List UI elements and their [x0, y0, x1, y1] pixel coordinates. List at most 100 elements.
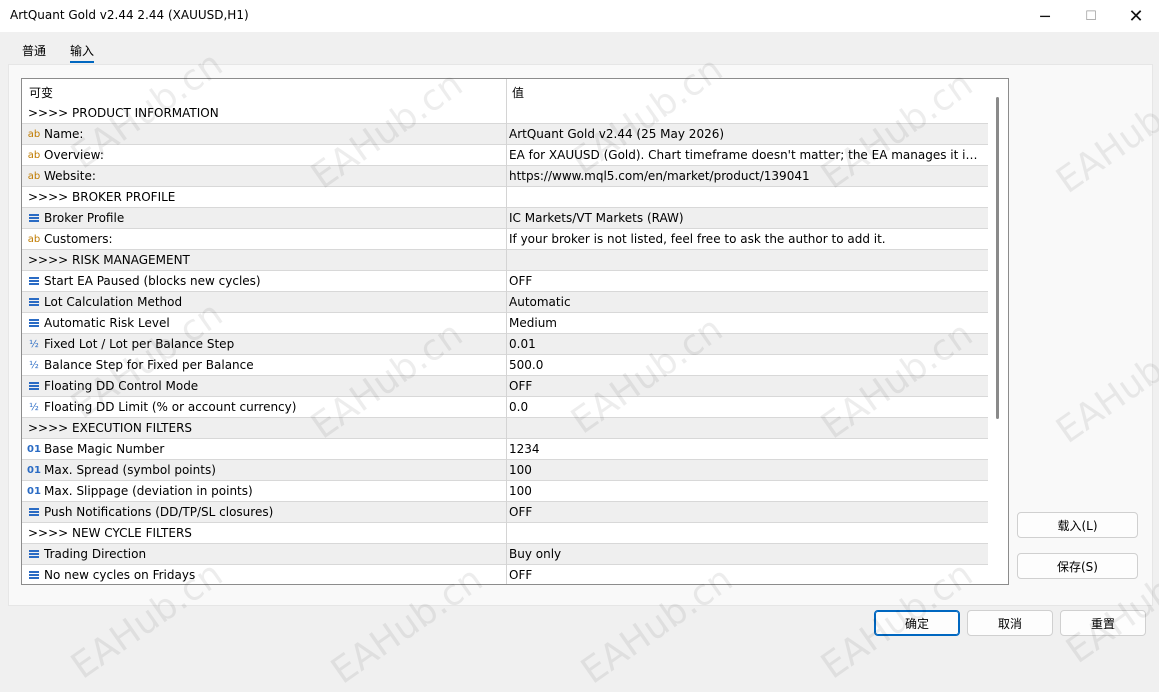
tab-inputs[interactable]: 输入 — [70, 42, 94, 59]
double-icon: ½ — [29, 360, 39, 371]
vertical-scrollbar[interactable] — [988, 79, 1007, 584]
parameter-value[interactable]: OFF — [509, 379, 984, 393]
minimize-button[interactable]: ─ — [1022, 0, 1068, 32]
double-icon: ½ — [29, 339, 39, 350]
title-bar: ArtQuant Gold v2.44 2.44 (XAUUSD,H1) ─ ☐… — [0, 0, 1159, 32]
enum-icon — [27, 380, 41, 393]
column-header-variable[interactable]: 可变 — [29, 84, 53, 101]
active-tab-indicator — [70, 61, 94, 63]
maximize-icon: ☐ — [1085, 8, 1097, 24]
integer-icon: 01 — [27, 444, 41, 455]
tab-common[interactable]: 普通 — [22, 42, 46, 59]
parameter-row[interactable]: No new cycles on Fridays OFF — [22, 565, 988, 584]
parameter-value[interactable]: Automatic — [509, 295, 984, 309]
parameter-name: >>>> NEW CYCLE FILTERS — [28, 526, 192, 540]
parameter-row[interactable]: Start EA Paused (blocks new cycles) OFF — [22, 271, 988, 292]
parameter-name: No new cycles on Fridays — [44, 568, 196, 582]
maximize-button[interactable]: ☐ — [1068, 0, 1114, 32]
grid-header: 可变 值 — [22, 79, 988, 103]
parameter-row[interactable]: Push Notifications (DD/TP/SL closures) OF… — [22, 502, 988, 523]
parameter-row[interactable]: ½ Balance Step for Fixed per Balance 500.0 — [22, 355, 988, 376]
parameter-name: Lot Calculation Method — [44, 295, 183, 309]
parameter-row[interactable]: Automatic Risk Level Medium — [22, 313, 988, 334]
parameter-name: >>>> RISK MANAGEMENT — [28, 253, 190, 267]
enum-icon — [27, 506, 41, 519]
parameter-name: Broker Profile — [44, 211, 125, 225]
parameter-row[interactable]: 01 Max. Spread (symbol points) 100 — [22, 460, 988, 481]
parameter-value[interactable]: IC Markets/VT Markets (RAW) — [509, 211, 984, 225]
enum-icon — [27, 569, 41, 582]
parameter-name: Name: — [44, 127, 84, 141]
parameter-row[interactable]: ab Website: https://www.mql5.com/en/market… — [22, 166, 988, 187]
parameter-value[interactable]: 100 — [509, 484, 984, 498]
parameter-row[interactable]: 01 Max. Slippage (deviation in points) 100 — [22, 481, 988, 502]
parameter-name: >>>> EXECUTION FILTERS — [28, 421, 193, 435]
reset-button[interactable]: 重置 — [1060, 610, 1146, 636]
parameter-value[interactable]: ArtQuant Gold v2.44 (25 May 2026) — [509, 127, 984, 141]
group-header-row[interactable]: >>>> BROKER PROFILE — [22, 187, 988, 208]
save-button[interactable]: 保存(S) — [1017, 553, 1138, 579]
group-header-row[interactable]: >>>> EXECUTION FILTERS — [22, 418, 988, 439]
ok-button[interactable]: 确定 — [874, 610, 960, 636]
scrollbar-thumb[interactable] — [996, 97, 999, 419]
enum-icon — [27, 548, 41, 561]
parameter-row[interactable]: ab Customers: If your broker is not listed… — [22, 229, 988, 250]
parameter-value[interactable]: 0.0 — [509, 400, 984, 414]
parameter-name: Balance Step for Fixed per Balance — [44, 358, 254, 372]
parameter-row[interactable]: Lot Calculation Method Automatic — [22, 292, 988, 313]
parameter-value[interactable]: 100 — [509, 463, 984, 477]
parameter-row[interactable]: ab Name: ArtQuant Gold v2.44 (25 May 2026) — [22, 124, 988, 145]
string-icon: ab — [27, 171, 41, 182]
enum-icon — [27, 212, 41, 225]
group-header-row[interactable]: >>>> PRODUCT INFORMATION — [22, 103, 988, 124]
parameter-value[interactable]: https://www.mql5.com/en/market/product/1… — [509, 169, 984, 183]
parameter-row[interactable]: ab Overview: EA for XAUUSD (Gold). Chart t… — [22, 145, 988, 166]
parameter-name: Base Magic Number — [44, 442, 165, 456]
integer-icon: 01 — [27, 486, 41, 497]
column-header-value[interactable]: 值 — [512, 84, 524, 101]
parameter-row[interactable]: Floating DD Control Mode OFF — [22, 376, 988, 397]
string-icon: ab — [27, 129, 41, 140]
parameter-value[interactable]: OFF — [509, 568, 984, 582]
parameter-name: Customers: — [44, 232, 113, 246]
parameter-value[interactable]: 500.0 — [509, 358, 984, 372]
load-button[interactable]: 载入(L) — [1017, 512, 1138, 538]
string-icon: ab — [27, 150, 41, 161]
group-header-row[interactable]: >>>> RISK MANAGEMENT — [22, 250, 988, 271]
parameter-row[interactable]: 01 Base Magic Number 1234 — [22, 439, 988, 460]
inputs-grid: 可变 值 >>>> PRODUCT INFORMATION ab Name: ArtQ… — [21, 78, 1009, 585]
column-divider[interactable] — [506, 79, 507, 584]
parameter-row[interactable]: Broker Profile IC Markets/VT Markets (RAW… — [22, 208, 988, 229]
enum-icon — [27, 275, 41, 288]
integer-icon: 01 — [27, 465, 41, 476]
string-icon: ab — [27, 234, 41, 245]
parameter-value[interactable]: EA for XAUUSD (Gold). Chart timeframe do… — [509, 148, 984, 162]
group-header-row[interactable]: >>>> NEW CYCLE FILTERS — [22, 523, 988, 544]
parameter-name: Floating DD Control Mode — [44, 379, 199, 393]
parameter-name: Start EA Paused (blocks new cycles) — [44, 274, 261, 288]
parameter-row[interactable]: Trading Direction Buy only — [22, 544, 988, 565]
parameter-name: Website: — [44, 169, 96, 183]
cancel-button[interactable]: 取消 — [967, 610, 1053, 636]
parameter-value[interactable]: Medium — [509, 316, 984, 330]
window-title: ArtQuant Gold v2.44 2.44 (XAUUSD,H1) — [10, 8, 249, 22]
parameter-row[interactable]: ½ Fixed Lot / Lot per Balance Step 0.01 — [22, 334, 988, 355]
parameter-value[interactable]: OFF — [509, 274, 984, 288]
parameter-name: Max. Slippage (deviation in points) — [44, 484, 253, 498]
close-icon: ✕ — [1128, 5, 1144, 27]
parameter-name: >>>> PRODUCT INFORMATION — [28, 106, 219, 120]
parameter-name: Push Notifications (DD/TP/SL closures) — [44, 505, 274, 519]
parameter-name: Trading Direction — [44, 547, 147, 561]
parameter-name: >>>> BROKER PROFILE — [28, 190, 176, 204]
parameter-name: Floating DD Limit (% or account currency… — [44, 400, 297, 414]
parameter-value[interactable]: Buy only — [509, 547, 984, 561]
parameter-value[interactable]: 1234 — [509, 442, 984, 456]
parameter-row[interactable]: ½ Floating DD Limit (% or account currenc… — [22, 397, 988, 418]
close-button[interactable]: ✕ — [1113, 0, 1159, 32]
parameter-name: Overview: — [44, 148, 104, 162]
parameter-value[interactable]: OFF — [509, 505, 984, 519]
double-icon: ½ — [29, 402, 39, 413]
parameter-value[interactable]: 0.01 — [509, 337, 984, 351]
parameter-name: Max. Spread (symbol points) — [44, 463, 216, 477]
parameter-value[interactable]: If your broker is not listed, feel free … — [509, 232, 984, 246]
